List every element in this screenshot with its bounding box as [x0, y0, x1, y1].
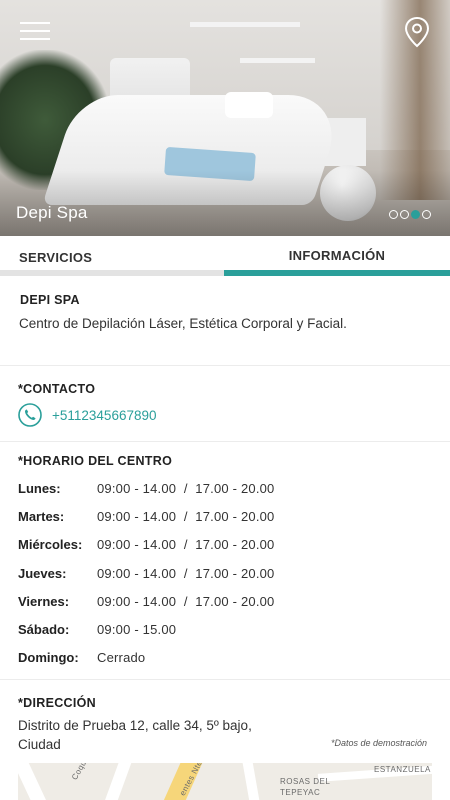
map-road: [241, 763, 265, 800]
map-label: ESTANZUELA: [374, 765, 431, 774]
section-divider: [0, 441, 450, 442]
contact-title: *CONTACTO: [18, 382, 96, 396]
schedule-row: Jueves: 09:00 - 14.00 / 17.00 - 20.00: [18, 566, 438, 594]
schedule-row: Sábado: 09:00 - 15.00: [18, 622, 438, 650]
schedule-day: Viernes:: [18, 593, 70, 609]
section-divider: [0, 365, 450, 366]
tab-label: INFORMACIÓN: [288, 248, 386, 263]
schedule-hours: 09:00 - 14.00 / 17.00 - 20.00: [97, 509, 275, 525]
carousel-dot[interactable]: [400, 210, 409, 219]
schedule-title: *HORARIO DEL CENTRO: [18, 454, 173, 468]
tab-label: SERVICIOS: [19, 250, 93, 265]
address-title: *DIRECCIÓN: [18, 696, 97, 710]
tab-indicator-active: [224, 270, 450, 276]
schedule-day: Jueves:: [18, 565, 67, 581]
demo-data-note: *Datos de demostración: [331, 738, 428, 748]
schedule-hours: 09:00 - 14.00 / 17.00 - 20.00: [97, 565, 275, 581]
hero-photo-pillow: [225, 92, 273, 118]
schedule-hours: 09:00 - 15.00: [97, 621, 177, 637]
schedule-row: Viernes: 09:00 - 14.00 / 17.00 - 20.00: [18, 594, 438, 622]
hero-title: Depi Spa: [16, 203, 88, 222]
schedule-day: Miércoles:: [18, 537, 83, 553]
location-map[interactable]: Coquimbo ESTANZUELA ROSAS DEL TEPEYAC en…: [18, 763, 432, 800]
schedule-hours: Cerrado: [97, 650, 146, 666]
tab-bar: SERVICIOS INFORMACIÓN: [0, 236, 450, 276]
carousel-dot-active[interactable]: [411, 210, 420, 219]
address-line-2: Ciudad: [18, 737, 61, 752]
schedule-day: Martes:: [18, 509, 65, 525]
schedule-day: Lunes:: [18, 481, 61, 496]
map-road: [18, 763, 59, 800]
schedule-list: Lunes: 09:00 - 14.00 / 17.00 - 20.00 Mar…: [18, 481, 438, 678]
about-description: Centro de Depilación Láser, Estética Cor…: [19, 316, 347, 331]
hero-banner: Depi Spa: [0, 0, 450, 236]
hero-photo-shelf: [190, 22, 300, 27]
tab-indicator-inactive: [0, 270, 224, 276]
schedule-row: Lunes: 09:00 - 14.00 / 17.00 - 20.00: [18, 481, 438, 509]
map-label: TEPEYAC: [280, 788, 321, 797]
map-road: [94, 763, 134, 800]
section-divider: [0, 679, 450, 680]
schedule-row: Domingo: Cerrado: [18, 650, 438, 678]
carousel-dot[interactable]: [422, 210, 431, 219]
hamburger-menu-icon[interactable]: [20, 20, 52, 42]
schedule-day: Domingo:: [18, 650, 79, 666]
schedule-hours: 09:00 - 14.00 / 17.00 - 20.00: [97, 537, 275, 553]
carousel-indicator: [389, 210, 431, 219]
hero-photo-shelf: [240, 58, 315, 63]
address-line-1: Distrito de Prueba 12, calle 34, 5º bajo…: [18, 718, 252, 733]
schedule-hours: 09:00 - 14.00 / 17.00 - 20.00: [97, 481, 275, 496]
schedule-hours: 09:00 - 14.00 / 17.00 - 20.00: [97, 593, 275, 609]
phone-icon[interactable]: [18, 403, 42, 427]
carousel-dot[interactable]: [389, 210, 398, 219]
phone-number-link[interactable]: +5112345667890: [52, 408, 157, 423]
map-label: ROSAS DEL: [280, 777, 331, 786]
schedule-row: Miércoles: 09:00 - 14.00 / 17.00 - 20.00: [18, 537, 438, 565]
map-pin-icon[interactable]: [402, 16, 432, 48]
map-label: Coquimbo: [70, 763, 98, 782]
about-title: DEPI SPA: [20, 293, 80, 307]
schedule-row: Martes: 09:00 - 14.00 / 17.00 - 20.00: [18, 509, 438, 537]
schedule-day: Sábado:: [18, 621, 70, 637]
